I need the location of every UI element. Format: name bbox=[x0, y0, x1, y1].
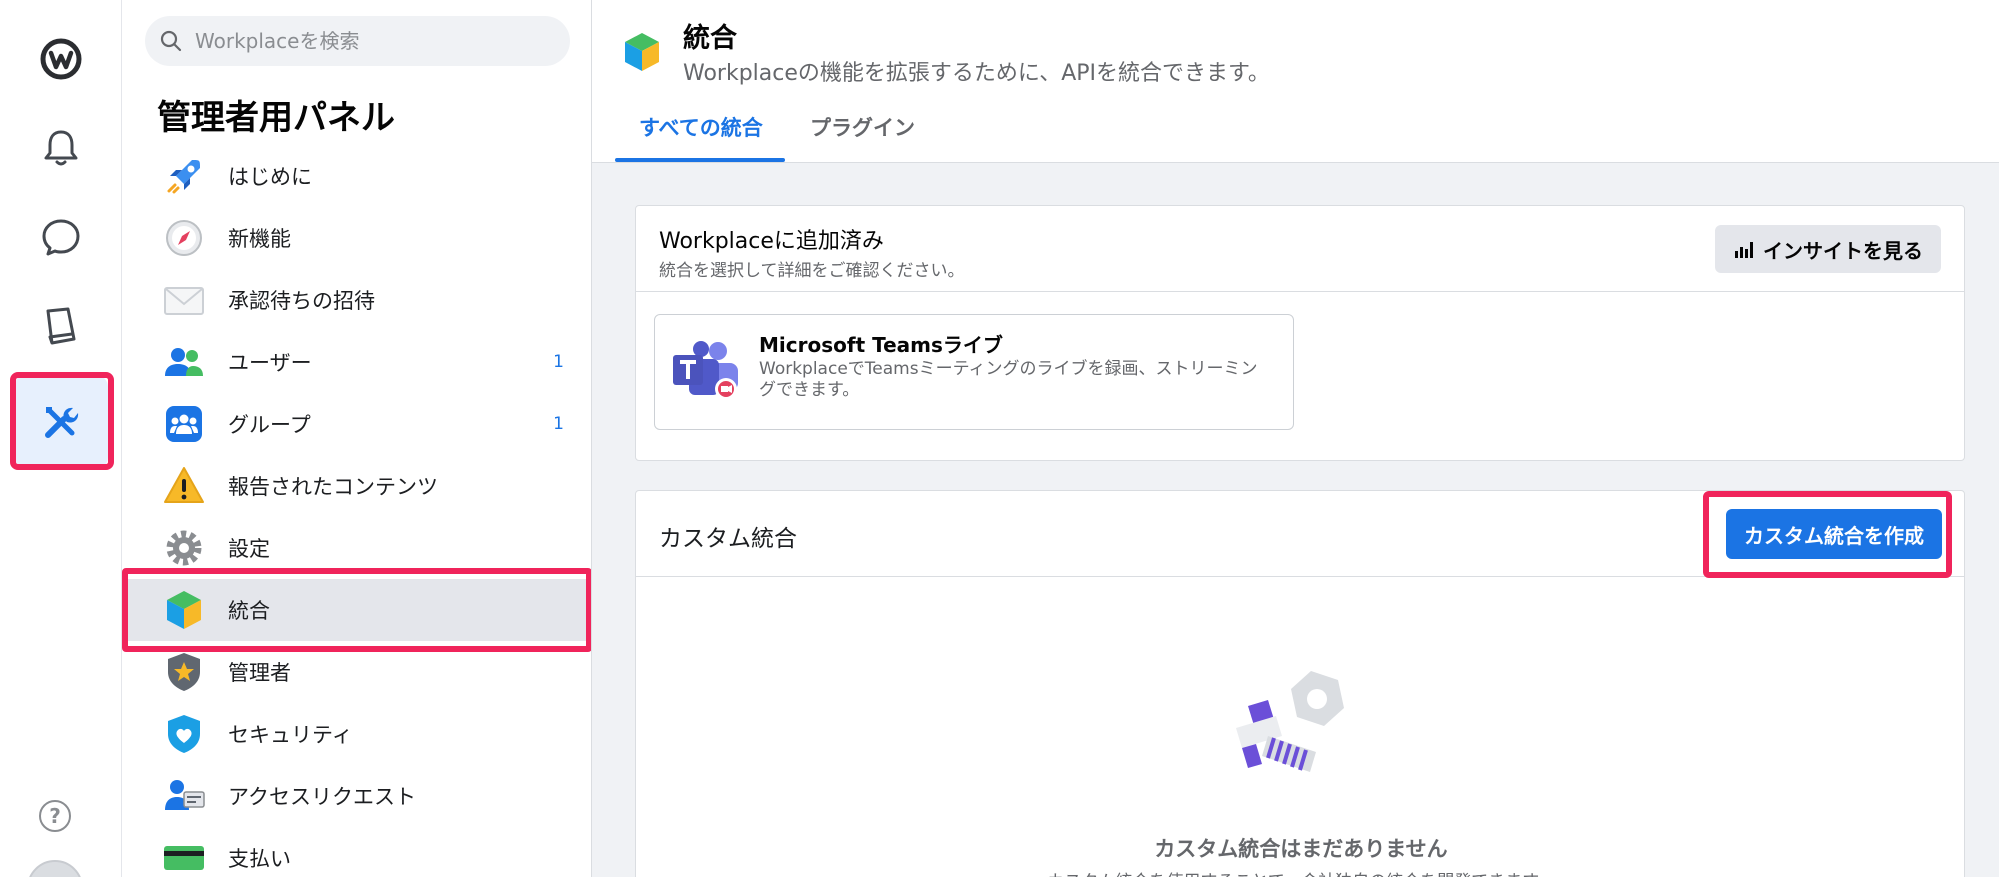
chat-icon[interactable] bbox=[14, 190, 108, 284]
avatar[interactable] bbox=[27, 860, 83, 877]
help-icon[interactable]: ? bbox=[39, 800, 71, 832]
create-button-highlight-box bbox=[1703, 491, 1952, 578]
bolt-nut-illustration-icon bbox=[1236, 671, 1344, 772]
sidebar-item-groups[interactable]: グループ 1 bbox=[122, 393, 591, 455]
sidebar-item-label: 承認待ちの招待 bbox=[228, 289, 375, 313]
warning-icon bbox=[162, 464, 206, 508]
cube-icon bbox=[625, 33, 659, 71]
page-subtitle: Workplaceの機能を拡張するために、APIを統合できます。 bbox=[683, 61, 1270, 86]
sidebar-item-billing[interactable]: 支払い bbox=[122, 827, 591, 877]
sidebar-item-label: グループ bbox=[228, 413, 311, 437]
search-input[interactable] bbox=[195, 29, 555, 53]
sidebar-item-label: 管理者 bbox=[228, 661, 291, 685]
card-title: Workplaceに追加済み bbox=[659, 229, 884, 254]
count-badge: 1 bbox=[553, 414, 564, 434]
integration-name: Microsoft Teamsライブ bbox=[759, 333, 1003, 357]
count-badge: 1 bbox=[553, 352, 564, 372]
users-icon bbox=[162, 340, 206, 384]
sidebar-item-label: はじめに bbox=[228, 165, 312, 189]
sidebar-item-label: 新機能 bbox=[228, 227, 291, 251]
button-label: インサイトを見る bbox=[1763, 238, 1923, 263]
tab-all-integrations[interactable]: すべての統合 bbox=[639, 112, 763, 142]
integration-description: WorkplaceでTeamsミーティングのライブを録画、ストリーミングできます… bbox=[759, 359, 1258, 400]
sidebar-item-access-requests[interactable]: アクセスリクエスト bbox=[122, 765, 591, 827]
added-integrations-card: Workplaceに追加済み 統合を選択して詳細をご確認ください。 インサイトを… bbox=[635, 205, 1965, 461]
security-shield-icon bbox=[162, 712, 206, 756]
sidebar-item-whats-new[interactable]: 新機能 bbox=[122, 207, 591, 269]
bell-icon[interactable] bbox=[14, 101, 108, 195]
sidebar-item-pending-invites[interactable]: 承認待ちの招待 bbox=[122, 269, 591, 331]
sidebar-item-label: アクセスリクエスト bbox=[228, 785, 416, 809]
card-header: Workplaceに追加済み 統合を選択して詳細をご確認ください。 インサイトを… bbox=[636, 206, 1964, 292]
admin-nav: はじめに 新機能 承認待ちの招待 ユーザー 1 グループ 1 報告されたコンテン… bbox=[122, 145, 591, 877]
view-insights-button[interactable]: インサイトを見る bbox=[1715, 225, 1941, 273]
group-icon bbox=[162, 402, 206, 446]
main-content: 統合 Workplaceの機能を拡張するために、APIを統合できます。 すべての… bbox=[592, 0, 1999, 877]
envelope-icon bbox=[162, 278, 206, 322]
app-rail: ? bbox=[0, 0, 122, 877]
book-icon[interactable] bbox=[14, 279, 108, 373]
page-header: 統合 Workplaceの機能を拡張するために、APIを統合できます。 すべての… bbox=[592, 0, 1999, 163]
rocket-icon bbox=[162, 154, 206, 198]
gear-icon bbox=[162, 526, 206, 570]
compass-icon bbox=[162, 216, 206, 260]
active-tab-indicator bbox=[615, 158, 785, 162]
empty-state-title: カスタム統合はまだありません bbox=[1154, 837, 1448, 861]
sidebar-item-label: 報告されたコンテンツ bbox=[228, 475, 438, 499]
tab-plugins[interactable]: プラグイン bbox=[810, 112, 915, 142]
integration-item-teams[interactable]: Microsoft Teamsライブ WorkplaceでTeamsミーティング… bbox=[654, 314, 1294, 430]
shield-star-icon bbox=[162, 650, 206, 694]
bar-chart-icon bbox=[1735, 242, 1753, 258]
sidebar-item-security[interactable]: セキュリティ bbox=[122, 703, 591, 765]
page-title: 統合 bbox=[683, 23, 737, 54]
sidebar-item-label: 支払い bbox=[228, 847, 291, 871]
card-title: カスタム統合 bbox=[659, 526, 797, 552]
admin-sidebar: 管理者用パネル はじめに 新機能 承認待ちの招待 ユーザー 1 グループ 1 報… bbox=[122, 0, 592, 877]
sidebar-item-label: セキュリティ bbox=[228, 723, 353, 747]
card-subtitle: 統合を選択して詳細をご確認ください。 bbox=[659, 261, 965, 281]
empty-state-description: カスタム統合を使用することで、会社独自の統合を開発できます。 bbox=[636, 867, 1966, 877]
sidebar-item-users[interactable]: ユーザー 1 bbox=[122, 331, 591, 393]
access-request-icon bbox=[162, 774, 206, 818]
microsoft-teams-logo-icon bbox=[673, 341, 738, 400]
card-icon bbox=[162, 836, 206, 877]
search-box[interactable] bbox=[145, 16, 570, 66]
search-icon bbox=[160, 30, 182, 52]
page-title: 管理者用パネル bbox=[157, 98, 395, 138]
rail-highlight-box bbox=[10, 372, 114, 470]
sidebar-item-label: 設定 bbox=[228, 537, 270, 561]
sidebar-item-reported-content[interactable]: 報告されたコンテンツ bbox=[122, 455, 591, 517]
workplace-logo-icon[interactable] bbox=[14, 12, 108, 106]
sidebar-item-getting-started[interactable]: はじめに bbox=[122, 145, 591, 207]
nav-highlight-box bbox=[122, 568, 591, 652]
sidebar-item-label: ユーザー bbox=[228, 351, 312, 375]
